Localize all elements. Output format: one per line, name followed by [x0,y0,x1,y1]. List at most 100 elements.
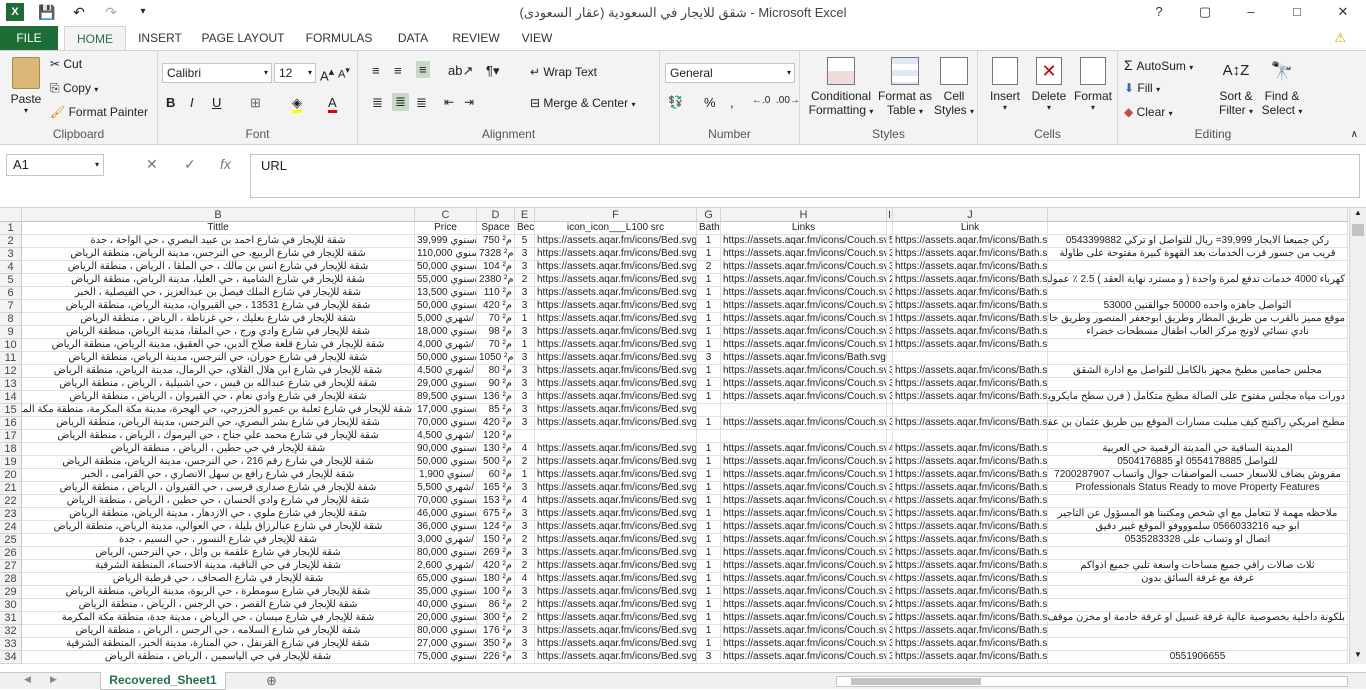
table-cell[interactable]: https://assets.aqar.fm/icons/Bath.svg [893,482,1048,495]
table-cell[interactable]: 1 [697,534,721,547]
underline-button[interactable]: U [212,95,221,110]
format-cells-button[interactable]: Format ▾ [1072,57,1114,112]
table-cell[interactable]: https://assets.aqar.fm/icons/Bath.svg [893,508,1048,521]
table-cell[interactable]: شقة للإيجار في شارع القرنفل ، حي المنارة… [22,638,415,651]
bottom-align-icon[interactable]: ≡ [416,61,430,78]
table-cell[interactable]: 0551906655 [1048,651,1348,664]
table-cell[interactable] [697,404,721,417]
table-cell[interactable]: https://assets.aqar.fm/icons/Bath.svg [893,625,1048,638]
table-cell[interactable] [1048,430,1348,443]
font-color-icon[interactable]: A [328,95,337,113]
table-cell[interactable]: 1 [515,339,535,352]
fill-button[interactable]: ⬇ Fill ▾ [1124,81,1160,95]
table-cell[interactable]: https://assets.aqar.fm/icons/Couch.svg [721,326,887,339]
table-cell[interactable]: https://assets.aqar.fm/icons/Couch.svg [721,378,887,391]
column-header[interactable] [1048,208,1348,222]
table-cell[interactable]: https://assets.aqar.fm/icons/Bed.svg [535,521,697,534]
table-cell[interactable]: 2 [515,534,535,547]
text-direction-icon[interactable]: ¶▾ [486,63,500,79]
table-cell[interactable]: https://assets.aqar.fm/icons/Bed.svg [535,469,697,482]
table-cell[interactable]: https://assets.aqar.fm/icons/Bath.svg [893,456,1048,469]
align-right-icon[interactable]: ≣ [416,95,427,111]
table-cell[interactable]: كهرباء 4000 خدمات تدفع لمرة واحدة ( و مس… [1048,274,1348,287]
table-cell[interactable]: شقة للإيجار في شارع الربيع، حي النرجس، م… [22,248,415,261]
row-header[interactable]: 11 [0,352,22,365]
table-cell[interactable]: 75,000 سنوي/ [415,651,477,664]
formula-input[interactable]: URL [250,154,1360,198]
table-cell[interactable]: 90,000 سنوي/ [415,443,477,456]
table-cell[interactable]: https://assets.aqar.fm/icons/Couch.svg [721,469,887,482]
table-cell[interactable]: شقة للإيجار في شارع وادي الحسان ، حي حطي… [22,495,415,508]
collapse-ribbon-icon[interactable]: ∧ [1351,129,1358,140]
maximize-button[interactable]: □ [1274,0,1320,24]
table-cell[interactable]: https://assets.aqar.fm/icons/Couch.svg [721,417,887,430]
table-cell[interactable]: https://assets.aqar.fm/icons/Bath.svg [893,365,1048,378]
tab-home[interactable]: HOME [64,26,126,51]
table-cell[interactable]: 1 [697,508,721,521]
table-cell[interactable]: 1 [697,417,721,430]
table-cell[interactable]: https://assets.aqar.fm/icons/Bed.svg [535,599,697,612]
name-box[interactable]: A1 ▾ [6,154,104,176]
table-cell[interactable]: https://assets.aqar.fm/icons/Couch.svg [721,560,887,573]
table-cell[interactable]: شقة للإيجار في شارع محمد علي جناح ، حي ا… [22,430,415,443]
table-cell[interactable]: شقة للإيجار في شارع ملوي ، حي الازدهار ،… [22,508,415,521]
table-cell[interactable]: 1 [697,560,721,573]
table-cell[interactable]: 2 [515,456,535,469]
table-cell[interactable]: شقة للإيجار في شارع صدارى قرسى ، حي القي… [22,482,415,495]
table-cell[interactable]: 4,500 شهري/ [415,365,477,378]
table-cell[interactable]: https://assets.aqar.fm/icons/Couch.svg [721,547,887,560]
table-cell[interactable]: 100 ²م [477,586,515,599]
table-cell[interactable]: https://assets.aqar.fm/icons/Bed.svg [535,378,697,391]
next-sheet-icon[interactable]: ▶ [50,674,57,685]
table-cell[interactable]: https://assets.aqar.fm/icons/Bed.svg [535,560,697,573]
table-cell[interactable]: شقة للإيجار في شارع عبدالله بن قيس ، حي … [22,378,415,391]
header-cell[interactable]: Bec [515,222,535,235]
table-cell[interactable]: https://assets.aqar.fm/icons/Bath.svg [893,300,1048,313]
table-cell[interactable]: 1 [697,326,721,339]
table-cell[interactable]: https://assets.aqar.fm/icons/Couch.svg [721,261,887,274]
table-cell[interactable] [1048,495,1348,508]
table-cell[interactable]: https://assets.aqar.fm/icons/Bed.svg [535,326,697,339]
table-cell[interactable] [1048,339,1348,352]
table-cell[interactable] [697,430,721,443]
font-size-dropdown[interactable]: 12 ▾ [274,63,316,83]
table-cell[interactable]: 1 [697,495,721,508]
table-cell[interactable] [1048,586,1348,599]
table-cell[interactable] [721,404,887,417]
table-cell[interactable]: https://assets.aqar.fm/icons/Bath.svg [893,313,1048,326]
table-cell[interactable]: 153 ²م [477,495,515,508]
increase-indent-icon[interactable]: ⇥ [464,95,474,109]
table-cell[interactable]: 3 [515,651,535,664]
row-header[interactable]: 6 [0,287,22,300]
table-cell[interactable]: 46,000 سنوي/ [415,508,477,521]
tab-formulas[interactable]: FORMULAS [300,26,378,50]
table-cell[interactable]: 50,000 سنوي/ [415,456,477,469]
table-cell[interactable]: 2 [515,560,535,573]
table-cell[interactable]: https://assets.aqar.fm/icons/Bed.svg [535,586,697,599]
row-header[interactable]: 28 [0,573,22,586]
table-cell[interactable]: 3 [515,586,535,599]
table-cell[interactable]: شقة للإيجار في شارع سومطرة ، حي الربوة، … [22,586,415,599]
table-cell[interactable]: https://assets.aqar.fm/icons/Bed.svg [535,391,697,404]
table-cell[interactable]: https://assets.aqar.fm/icons/Bed.svg [535,482,697,495]
table-cell[interactable]: 5,500 شهري/ [415,482,477,495]
middle-align-icon[interactable]: ≡ [394,63,402,78]
table-cell[interactable]: https://assets.aqar.fm/icons/Couch.svg [721,456,887,469]
table-cell[interactable]: 130 ²م [477,443,515,456]
table-cell[interactable]: 1 [697,612,721,625]
header-cell[interactable]: Baths [697,222,721,235]
table-cell[interactable] [515,430,535,443]
table-cell[interactable]: شقة للإيجار في شارع الشامية ، حي العليا،… [22,274,415,287]
row-header[interactable]: 30 [0,599,22,612]
table-cell[interactable]: ركن جميعنا الايجار 39,999= ريال للتواصل … [1048,235,1348,248]
table-cell[interactable]: 86 ²م [477,599,515,612]
table-cell[interactable] [1048,625,1348,638]
table-cell[interactable]: 18,000 سنوي/ [415,326,477,339]
table-cell[interactable]: https://assets.aqar.fm/icons/Bath.svg [893,586,1048,599]
table-cell[interactable]: شقة للإيجار في شارع القصر ، حي الرجس ، ا… [22,599,415,612]
table-cell[interactable]: 420 ²م [477,560,515,573]
table-cell[interactable]: 29,000 سنوي/ [415,378,477,391]
table-cell[interactable]: 89,500 سنوي/ [415,391,477,404]
table-cell[interactable]: 1 [697,456,721,469]
table-cell[interactable]: https://assets.aqar.fm/icons/Bed.svg [535,352,697,365]
